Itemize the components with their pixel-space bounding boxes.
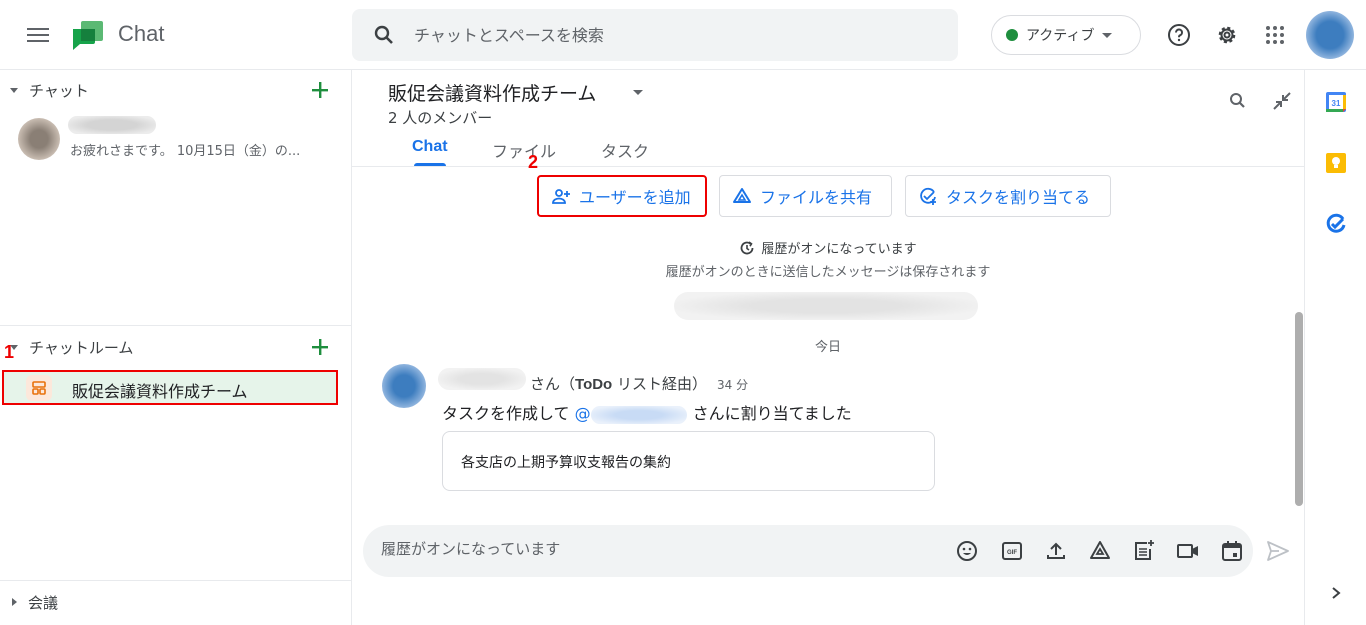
drive-icon <box>733 188 751 203</box>
message-time: 34 分 <box>717 378 749 392</box>
apps-button[interactable] <box>1257 17 1293 53</box>
task-card[interactable]: 各支店の上期予算収支報告の集約 <box>442 431 935 491</box>
section-divider <box>0 325 351 326</box>
message-composer: GIF <box>363 525 1253 577</box>
top-bar: Chat アクティブ <box>0 0 1366 70</box>
new-room-plus-icon[interactable] <box>308 335 332 359</box>
history-title: 履歴がオンになっています <box>761 242 917 257</box>
chevron-down-icon[interactable] <box>633 90 643 95</box>
message-prefix: タスクを作成して <box>442 404 575 423</box>
date-divider: 今日 <box>814 340 841 355</box>
add-task-icon <box>920 187 936 205</box>
settings-button[interactable] <box>1209 17 1245 53</box>
history-status: 履歴がオンになっています <box>352 238 1304 257</box>
drive-icon[interactable] <box>1088 539 1112 563</box>
google-calendar-icon[interactable]: 31 <box>1325 91 1347 113</box>
status-dot <box>1006 29 1018 41</box>
add-user-button[interactable]: ユーザーを追加 <box>537 175 707 217</box>
step-annotation-1: 1 <box>4 342 15 362</box>
account-avatar[interactable] <box>1306 11 1354 59</box>
blurred-notice <box>674 292 978 320</box>
google-tasks-icon[interactable] <box>1325 213 1347 235</box>
help-icon <box>1168 24 1190 46</box>
add-person-icon <box>552 189 570 204</box>
settings-icon <box>1218 26 1236 44</box>
minimize-icon[interactable] <box>1270 89 1294 113</box>
tab-divider <box>352 166 1304 167</box>
share-file-label: ファイルを共有 <box>760 188 873 207</box>
via-app: ToDo <box>575 376 613 393</box>
message-suffix: さんに割り当てました <box>692 404 852 423</box>
google-keep-icon[interactable] <box>1325 152 1347 174</box>
tab-files[interactable]: ファイル <box>492 138 556 162</box>
mention-at[interactable]: @ <box>575 404 591 423</box>
upload-icon[interactable] <box>1044 539 1068 563</box>
dm-snippet: お疲れさまです。 10月15日（金）の... <box>70 144 301 159</box>
member-count[interactable]: 2 人のメンバー <box>388 107 492 128</box>
history-subtitle: 履歴がオンのときに送信したメッセージは保存されます <box>665 265 991 280</box>
new-chat-plus-icon[interactable] <box>308 78 332 102</box>
via-suffix: リスト経由） <box>612 375 708 393</box>
svg-text:GIF: GIF <box>1007 550 1017 556</box>
add-user-label: ユーザーを追加 <box>579 188 691 207</box>
meetings-section-title: 会議 <box>28 593 59 612</box>
task-title: 各支店の上期予算収支報告の集約 <box>461 455 671 471</box>
message-header: さん（ToDo リスト経由） 34 分 <box>530 373 748 394</box>
hamburger-icon <box>27 28 49 42</box>
app-title: Chat <box>118 21 165 46</box>
search-bar[interactable] <box>352 9 958 61</box>
chevron-down-icon <box>1102 32 1113 38</box>
room-icon <box>26 375 52 401</box>
search-icon <box>374 25 393 44</box>
expand-triangle-icon <box>12 598 17 606</box>
collapse-triangle-icon <box>10 87 18 93</box>
gif-icon[interactable]: GIF <box>1000 539 1024 563</box>
message-avatar <box>382 364 426 408</box>
tab-chat[interactable]: Chat <box>412 138 448 156</box>
room-list-item[interactable]: 販促会議資料作成チーム <box>2 370 338 405</box>
scrollbar-thumb[interactable] <box>1295 312 1303 506</box>
tab-tasks[interactable]: タスク <box>601 138 649 162</box>
room-title[interactable]: 販促会議資料作成チーム <box>388 79 596 106</box>
dm-avatar <box>18 118 60 160</box>
step-annotation-2: 2 <box>528 152 539 172</box>
share-file-button[interactable]: ファイルを共有 <box>719 175 892 217</box>
sidebar: チャット お疲れさまです。 10月15日（金）の... チャットルーム 1 販促… <box>0 70 352 625</box>
message-text: タスクを作成して @ さんに割り当てました <box>442 400 852 424</box>
search-in-room-icon[interactable] <box>1226 89 1250 113</box>
chat-room-panel: 販促会議資料作成チーム 2 人のメンバー Chat ファイル タスク 2 ユーザ… <box>352 70 1304 625</box>
message-input[interactable] <box>381 540 941 558</box>
history-icon <box>740 241 754 255</box>
mention-name-blurred[interactable] <box>590 405 687 424</box>
sender-suffix: さん（ <box>530 375 576 393</box>
assign-task-label: タスクを割り当てる <box>946 188 1091 207</box>
sender-name-blurred <box>438 368 526 390</box>
chat-section-title: チャット <box>29 81 89 100</box>
chat-logo-icon[interactable] <box>72 20 104 52</box>
meetings-section-header[interactable]: 会議 <box>0 582 352 622</box>
video-meeting-icon[interactable] <box>1176 539 1200 563</box>
expand-panel-chevron-icon[interactable] <box>1330 586 1342 600</box>
section-divider <box>0 580 351 581</box>
svg-text:31: 31 <box>1332 99 1341 108</box>
calendar-event-icon[interactable] <box>1220 539 1244 563</box>
dm-name-blurred <box>68 116 156 134</box>
assign-task-button[interactable]: タスクを割り当てる <box>905 175 1111 217</box>
status-dropdown[interactable]: アクティブ <box>991 15 1141 55</box>
room-name: 販促会議資料作成チーム <box>72 382 248 401</box>
help-button[interactable] <box>1161 17 1197 53</box>
emoji-icon[interactable] <box>955 539 979 563</box>
rooms-section-header[interactable]: チャットルーム <box>0 327 352 367</box>
chat-section-header[interactable]: チャット <box>0 70 352 110</box>
send-icon[interactable] <box>1265 538 1291 564</box>
side-apps-rail: 31 <box>1304 70 1366 625</box>
status-label: アクティブ <box>1026 28 1095 44</box>
rooms-section-title: チャットルーム <box>29 338 134 357</box>
main-menu-button[interactable] <box>20 17 56 53</box>
apps-grid-icon <box>1266 26 1284 44</box>
search-input[interactable] <box>414 25 914 45</box>
create-doc-icon[interactable] <box>1132 539 1156 563</box>
dm-list-item[interactable]: お疲れさまです。 10月15日（金）の... <box>0 110 352 168</box>
